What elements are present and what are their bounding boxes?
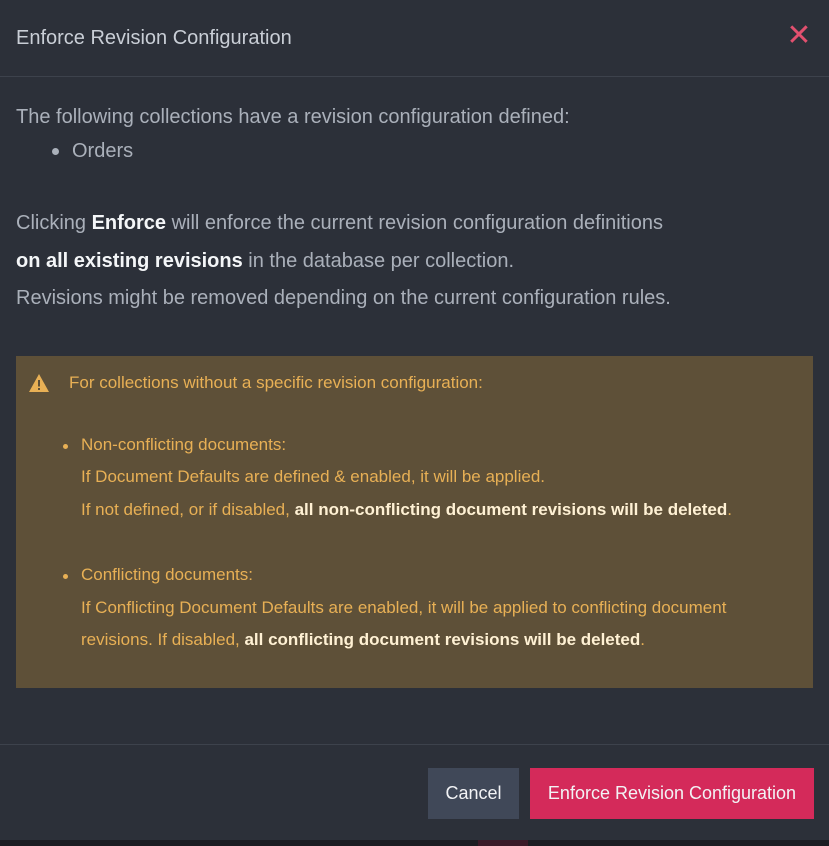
text: . <box>640 630 646 649</box>
text: in the database per collection. <box>242 249 515 272</box>
dialog-footer: Cancel Enforce Revision Configuration <box>0 744 829 840</box>
enforce-revision-configuration-button[interactable]: Enforce Revision Configuration <box>530 768 814 819</box>
background-accent <box>478 840 528 846</box>
item-line: If Conflicting Document Defaults are ena… <box>81 597 727 617</box>
enforce-revision-dialog: Enforce Revision Configuration ✕ The fol… <box>0 0 829 840</box>
list-item: Non-conflicting documents: If Document D… <box>63 429 797 527</box>
text: revisions. If disabled, <box>81 630 245 649</box>
explanation-line-1: Clicking Enforce will enforce the curren… <box>16 205 813 243</box>
item-title: Conflicting documents: <box>81 565 253 584</box>
emphasis-text: all conflicting document revisions will … <box>244 630 641 649</box>
text: Clicking <box>16 212 92 234</box>
emphasis-text: all non-conflicting document revisions w… <box>294 499 728 519</box>
explanation-line-2: on all existing revisions in the databas… <box>16 243 813 281</box>
close-icon[interactable]: ✕ <box>785 21 813 51</box>
warning-icon <box>29 373 49 392</box>
item-title: Non-conflicting documents: <box>81 434 287 454</box>
explanation: Clicking Enforce will enforce the curren… <box>16 205 813 318</box>
text: . <box>727 499 732 519</box>
explanation-line-3: Revisions might be removed depending on … <box>16 287 671 309</box>
warning-list: Non-conflicting documents: If Document D… <box>28 429 797 657</box>
item-line: revisions. If disabled, all conflicting … <box>81 624 797 657</box>
item-line: If not defined, or if disabled, all non-… <box>81 494 797 527</box>
warning-heading-row: For collections without a specific revis… <box>28 369 797 397</box>
collection-list: Orders <box>16 137 813 165</box>
intro-text: The following collections have a revisio… <box>16 106 570 128</box>
text: If not defined, or if disabled, <box>81 499 295 519</box>
dialog-body: The following collections have a revisio… <box>0 103 829 688</box>
dialog-header: Enforce Revision Configuration ✕ <box>0 0 829 77</box>
cancel-button[interactable]: Cancel <box>428 768 519 819</box>
background-strip <box>0 840 829 846</box>
enforce-keyword: Enforce <box>91 212 167 234</box>
warning-heading: For collections without a specific revis… <box>69 372 483 392</box>
text: will enforce the current revision config… <box>166 212 663 234</box>
emphasis-text: on all existing revisions <box>16 249 243 272</box>
warning-box: For collections without a specific revis… <box>16 355 813 688</box>
dialog-title: Enforce Revision Configuration <box>16 26 292 49</box>
list-item: Conflicting documents: If Conflicting Do… <box>63 559 797 657</box>
item-line: If Document Defaults are defined & enabl… <box>81 467 545 486</box>
list-item: Orders <box>52 137 813 165</box>
